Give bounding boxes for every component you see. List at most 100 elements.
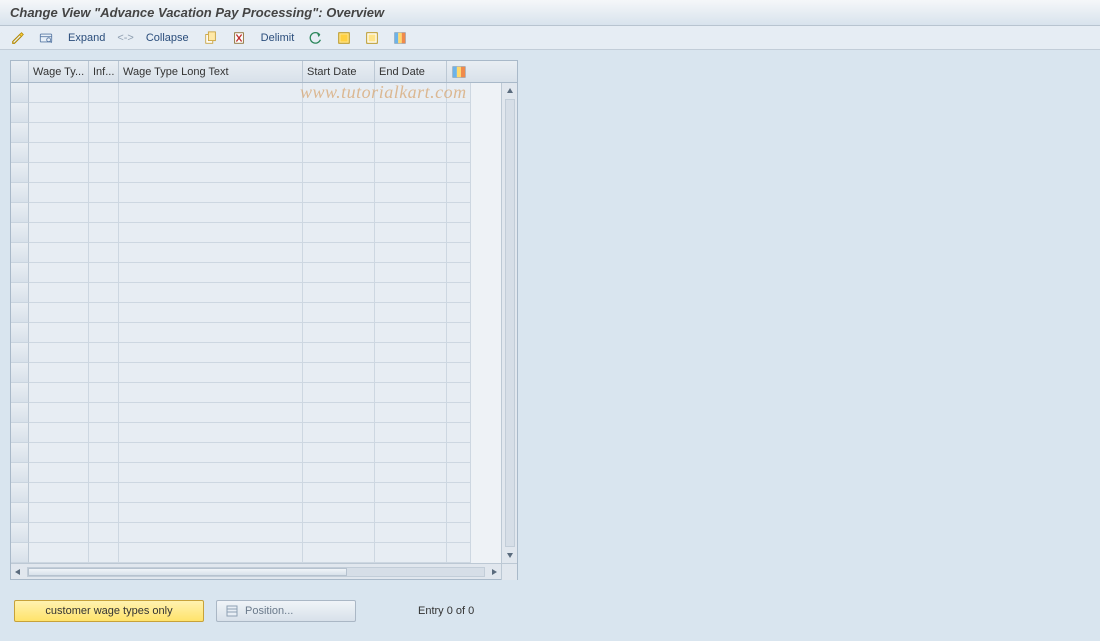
row-selector[interactable] (11, 543, 29, 563)
cell[interactable] (303, 143, 375, 163)
cell[interactable] (89, 363, 119, 383)
horizontal-scrollbar[interactable] (11, 563, 517, 579)
row-selector[interactable] (11, 163, 29, 183)
cell[interactable] (375, 383, 447, 403)
cell[interactable] (119, 543, 303, 563)
cell[interactable] (119, 443, 303, 463)
cell[interactable] (303, 443, 375, 463)
table-row[interactable] (11, 203, 501, 223)
vertical-scrollbar[interactable] (501, 83, 517, 563)
table-row[interactable] (11, 83, 501, 103)
table-row[interactable] (11, 183, 501, 203)
scroll-up-icon[interactable] (504, 85, 516, 97)
cell[interactable] (303, 543, 375, 563)
cell[interactable] (303, 163, 375, 183)
cell[interactable] (89, 243, 119, 263)
cell[interactable] (89, 303, 119, 323)
cell[interactable] (119, 503, 303, 523)
scroll-down-icon[interactable] (504, 549, 516, 561)
cell[interactable] (89, 203, 119, 223)
cell[interactable] (29, 123, 89, 143)
cell[interactable] (89, 343, 119, 363)
cell[interactable] (29, 83, 89, 103)
cell[interactable] (29, 423, 89, 443)
cell[interactable] (303, 503, 375, 523)
cell[interactable] (375, 423, 447, 443)
cell[interactable] (303, 103, 375, 123)
cell[interactable] (303, 463, 375, 483)
cell[interactable] (29, 463, 89, 483)
cell[interactable] (119, 363, 303, 383)
row-selector[interactable] (11, 203, 29, 223)
cell[interactable] (119, 143, 303, 163)
cell[interactable] (119, 203, 303, 223)
col-header-end-date[interactable]: End Date (375, 61, 447, 82)
scroll-left-icon[interactable] (11, 565, 25, 579)
cell[interactable] (89, 263, 119, 283)
row-selector[interactable] (11, 243, 29, 263)
cell[interactable] (375, 403, 447, 423)
cell[interactable] (375, 463, 447, 483)
hscroll-track[interactable] (27, 567, 485, 577)
cell[interactable] (119, 223, 303, 243)
cell[interactable] (375, 243, 447, 263)
row-selector[interactable] (11, 283, 29, 303)
cell[interactable] (89, 323, 119, 343)
table-row[interactable] (11, 343, 501, 363)
row-selector[interactable] (11, 383, 29, 403)
cell[interactable] (375, 103, 447, 123)
cell[interactable] (119, 83, 303, 103)
cell[interactable] (89, 143, 119, 163)
collapse-button[interactable]: Collapse (140, 32, 195, 44)
cell[interactable] (375, 323, 447, 343)
deselect-all-icon[interactable] (360, 28, 384, 48)
delete-icon[interactable] (227, 28, 251, 48)
cell[interactable] (303, 203, 375, 223)
cell[interactable] (89, 503, 119, 523)
table-row[interactable] (11, 543, 501, 563)
cell[interactable] (29, 343, 89, 363)
cell[interactable] (375, 503, 447, 523)
cell[interactable] (29, 243, 89, 263)
cell[interactable] (303, 303, 375, 323)
delimit-button[interactable]: Delimit (255, 32, 301, 44)
table-row[interactable] (11, 243, 501, 263)
cell[interactable] (119, 323, 303, 343)
table-row[interactable] (11, 503, 501, 523)
cell[interactable] (119, 283, 303, 303)
cell[interactable] (29, 163, 89, 183)
cell[interactable] (303, 263, 375, 283)
row-selector[interactable] (11, 303, 29, 323)
cell[interactable] (375, 543, 447, 563)
table-row[interactable] (11, 163, 501, 183)
table-row[interactable] (11, 323, 501, 343)
cell[interactable] (119, 303, 303, 323)
table-row[interactable] (11, 403, 501, 423)
scroll-right-icon[interactable] (487, 565, 501, 579)
cell[interactable] (29, 523, 89, 543)
row-selector[interactable] (11, 223, 29, 243)
cell[interactable] (29, 263, 89, 283)
cell[interactable] (89, 83, 119, 103)
cell[interactable] (303, 403, 375, 423)
cell[interactable] (89, 183, 119, 203)
cell[interactable] (119, 403, 303, 423)
table-row[interactable] (11, 363, 501, 383)
cell[interactable] (375, 283, 447, 303)
table-row[interactable] (11, 263, 501, 283)
cell[interactable] (303, 123, 375, 143)
customer-wage-types-button[interactable]: customer wage types only (14, 600, 204, 622)
cell[interactable] (119, 263, 303, 283)
row-selector[interactable] (11, 423, 29, 443)
table-row[interactable] (11, 523, 501, 543)
cell[interactable] (119, 163, 303, 183)
cell[interactable] (375, 143, 447, 163)
cell[interactable] (375, 203, 447, 223)
row-selector[interactable] (11, 343, 29, 363)
row-selector[interactable] (11, 183, 29, 203)
cell[interactable] (89, 463, 119, 483)
cell[interactable] (375, 483, 447, 503)
cell[interactable] (303, 83, 375, 103)
expand-button[interactable]: Expand (62, 32, 111, 44)
table-settings-icon[interactable] (388, 28, 412, 48)
